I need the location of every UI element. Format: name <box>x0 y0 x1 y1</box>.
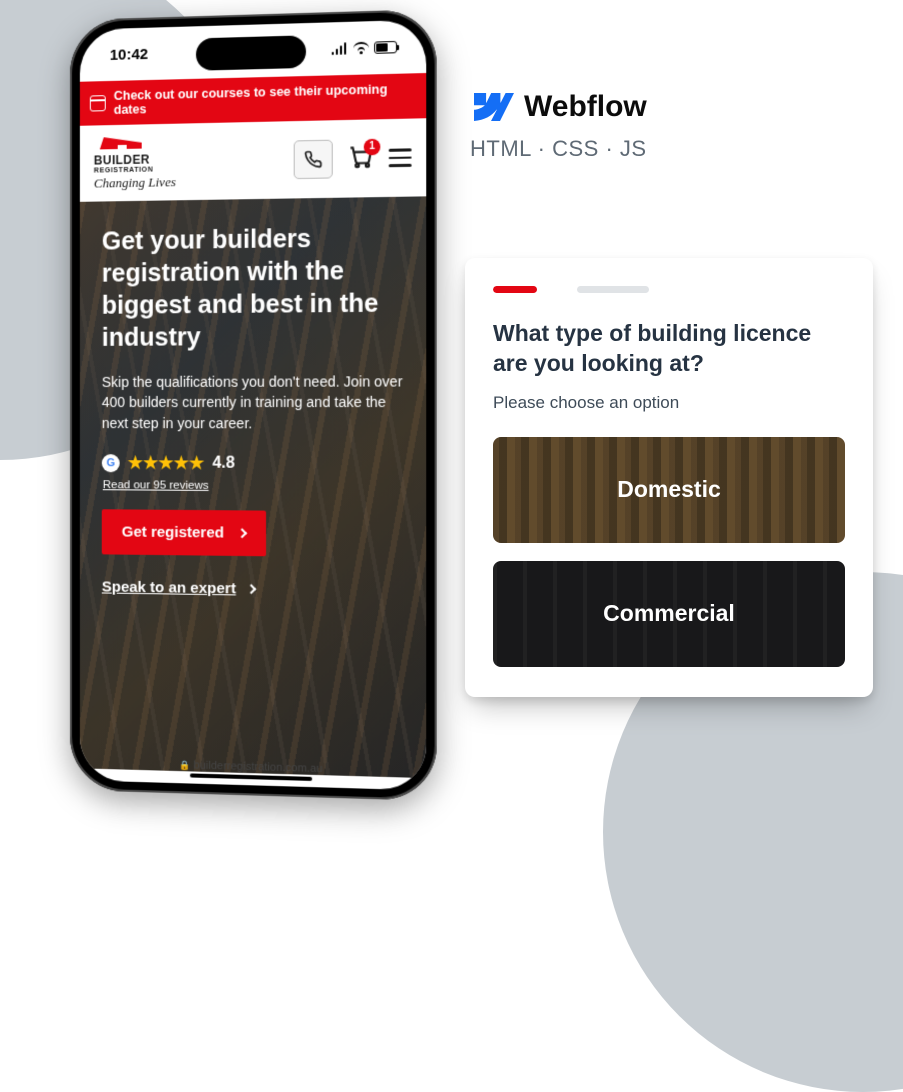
hero-headline: Get your builders registration with the … <box>102 221 403 354</box>
webflow-logo: Webflow <box>470 90 647 124</box>
brand-logo[interactable]: BUILDER REGISTRATION Changing Lives <box>94 134 176 192</box>
signal-icon <box>332 42 349 55</box>
logo-line2: REGISTRATION <box>94 166 176 175</box>
progress-bar <box>493 286 693 293</box>
cta-label: Get registered <box>122 523 224 541</box>
stack-label: HTML · CSS · JS <box>470 136 647 162</box>
logo-tagline: Changing Lives <box>94 174 176 191</box>
option-label: Domestic <box>617 476 721 503</box>
calendar-icon <box>90 95 106 111</box>
reviews-link[interactable]: Read our 95 reviews <box>103 479 403 493</box>
star-icons: ★★★★★ <box>128 453 205 473</box>
google-icon: G <box>102 454 120 472</box>
expert-link-label: Speak to an expert <box>102 578 236 597</box>
chevron-right-icon <box>237 528 247 538</box>
option-label: Commercial <box>603 600 735 627</box>
logo-line1: BUILDER <box>94 152 176 168</box>
wifi-icon <box>353 42 369 55</box>
hero-subhead: Skip the qualifications you don't need. … <box>102 371 403 433</box>
battery-icon <box>374 41 397 54</box>
webflow-label: Webflow <box>524 90 647 124</box>
webflow-icon <box>470 93 514 121</box>
rating-value: 4.8 <box>212 454 235 472</box>
cart-button[interactable]: 1 <box>347 142 374 174</box>
menu-button[interactable] <box>389 148 412 167</box>
dynamic-island <box>196 35 306 70</box>
hero-section: Get your builders registration with the … <box>80 196 426 778</box>
phone-mockup: 10:42 Check out our courses to see their… <box>70 9 437 801</box>
cart-count-badge: 1 <box>364 138 381 155</box>
option-domestic[interactable]: Domestic <box>493 437 845 543</box>
tech-stack: Webflow HTML · CSS · JS <box>470 90 647 162</box>
rating: G ★★★★★ 4.8 <box>102 453 403 475</box>
promo-banner[interactable]: Check out our courses to see their upcom… <box>80 73 426 126</box>
form-question: What type of building licence are you lo… <box>493 319 845 379</box>
status-time: 10:42 <box>110 45 148 63</box>
chevron-right-icon <box>247 584 257 594</box>
phone-icon <box>304 150 323 169</box>
option-commercial[interactable]: Commercial <box>493 561 845 667</box>
form-hint: Please choose an option <box>493 393 845 413</box>
get-registered-button[interactable]: Get registered <box>102 509 266 556</box>
navbar: BUILDER REGISTRATION Changing Lives 1 <box>80 118 426 202</box>
home-indicator <box>190 773 312 781</box>
licence-form-card: What type of building licence are you lo… <box>465 258 873 697</box>
promo-text: Check out our courses to see their upcom… <box>114 81 416 117</box>
speak-to-expert-link[interactable]: Speak to an expert <box>102 578 255 597</box>
call-button[interactable] <box>294 140 333 179</box>
